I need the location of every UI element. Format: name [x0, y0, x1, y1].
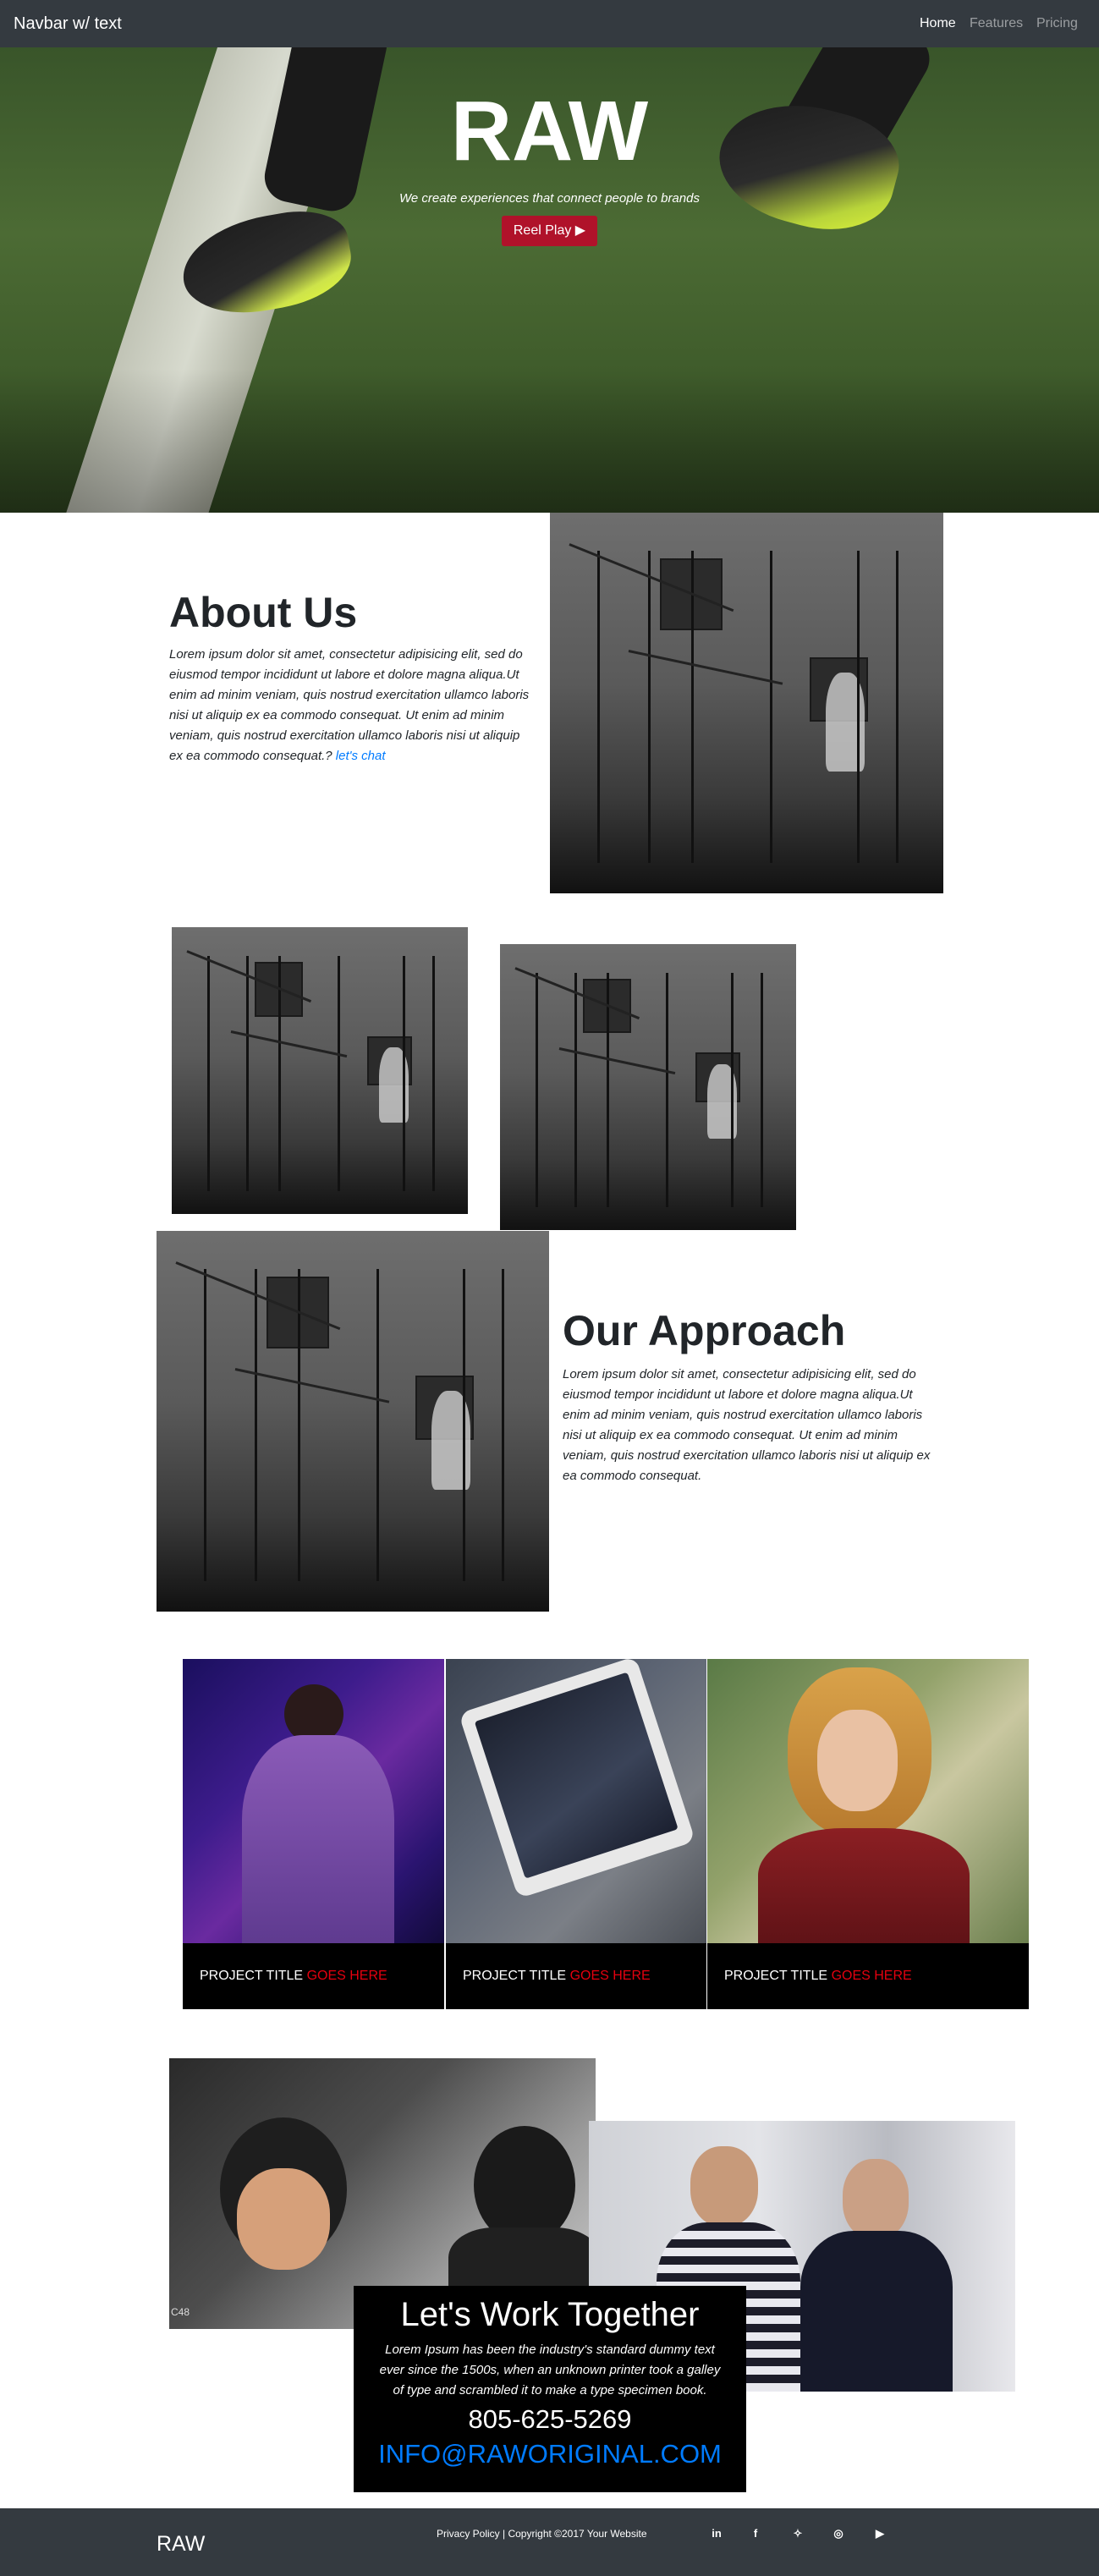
image-caption: C48	[171, 2306, 190, 2318]
light-stand-graphic	[245, 955, 249, 1191]
light-stand-graphic	[403, 955, 405, 1191]
project-image-2[interactable]	[446, 1659, 706, 1943]
work-phone[interactable]: 805-625-5269	[354, 2403, 746, 2436]
studio-image-about	[550, 513, 943, 893]
light-stand-graphic	[761, 972, 763, 1207]
project-title-1: PROJECT TITLE	[200, 1969, 304, 1983]
project-image-3[interactable]	[707, 1659, 1029, 1943]
youtube-icon[interactable]: ▶	[871, 2524, 889, 2543]
light-stand-graphic	[536, 972, 538, 1207]
approach-title: Our Approach	[563, 1307, 846, 1354]
project-highlight-2: GOES HERE	[569, 1969, 651, 1983]
project-highlight-1: GOES HERE	[306, 1969, 387, 1983]
light-stand-graphic	[207, 955, 210, 1191]
hero-title: RAW	[450, 84, 649, 179]
nav-link-features[interactable]: Features	[970, 15, 1023, 32]
boom-arm-graphic	[628, 650, 783, 685]
tablet-graphic	[458, 1659, 696, 1899]
light-stand-graphic	[255, 1269, 257, 1581]
linkedin-icon[interactable]: in	[707, 2524, 726, 2543]
work-email-link[interactable]: INFO@RAWORIGINAL.COM	[354, 2436, 746, 2472]
light-stand-graphic	[607, 972, 609, 1207]
light-stand-graphic	[856, 551, 860, 863]
light-stand-graphic	[278, 955, 281, 1191]
light-stand-graphic	[203, 1269, 206, 1581]
project-caption-2: PROJECT TITLE GOES HERE	[446, 1943, 706, 2009]
navbar-brand[interactable]: Navbar w/ text	[14, 14, 122, 34]
face-graphic	[817, 1710, 898, 1811]
studio-image-gallery-1	[172, 927, 468, 1214]
jacket-graphic	[758, 1828, 970, 1943]
project-title-2: PROJECT TITLE	[463, 1969, 567, 1983]
project-highlight-3: GOES HERE	[831, 1969, 912, 1983]
light-stand-graphic	[896, 551, 899, 863]
light-stand-graphic	[731, 972, 734, 1207]
nav-link-pricing[interactable]: Pricing	[1036, 15, 1078, 32]
light-stand-graphic	[462, 1269, 465, 1581]
light-stand-graphic	[691, 551, 695, 863]
person-body-graphic	[242, 1735, 394, 1943]
man-head-graphic-2	[843, 2159, 909, 2239]
light-stand-graphic	[432, 955, 435, 1191]
light-stand-graphic	[298, 1269, 301, 1581]
light-stand-graphic	[666, 972, 668, 1207]
light-stand-graphic	[502, 1269, 505, 1581]
work-text: Lorem Ipsum has been the industry's stan…	[379, 2343, 721, 2397]
light-stand-graphic	[574, 972, 577, 1207]
face-graphic-1	[237, 2168, 330, 2270]
work-title: Let's Work Together	[400, 2296, 700, 2333]
helmet-graphic-2	[474, 2126, 575, 2244]
reel-play-button[interactable]: Reel Play ▶	[502, 216, 597, 246]
about-text: Lorem ipsum dolor sit amet, consectetur …	[169, 645, 533, 766]
footer-copyright[interactable]: Privacy Policy | Copyright ©2017 Your We…	[437, 2528, 647, 2540]
twitter-icon[interactable]: ✧	[789, 2524, 807, 2543]
project-image-1[interactable]	[183, 1659, 444, 1943]
footer-brand[interactable]: RAW	[157, 2532, 205, 2557]
man-head-graphic-1	[690, 2146, 758, 2227]
boom-arm-graphic	[234, 1368, 389, 1403]
light-stand-graphic	[596, 551, 600, 863]
facebook-icon[interactable]: f	[746, 2524, 765, 2543]
about-paragraph: Lorem ipsum dolor sit amet, consectetur …	[169, 647, 530, 763]
lets-chat-link[interactable]: let's chat	[336, 749, 386, 763]
man-body-graphic-2	[800, 2231, 953, 2392]
light-stand-graphic	[376, 1269, 379, 1581]
hero-subtitle: We create experiences that connect peopl…	[399, 191, 700, 206]
instagram-icon[interactable]: ◎	[829, 2524, 848, 2543]
approach-text: Lorem ipsum dolor sit amet, consectetur …	[563, 1367, 931, 1483]
hero-shadow	[0, 369, 1099, 513]
studio-image-gallery-2	[500, 944, 796, 1230]
nav-link-home[interactable]: Home	[920, 15, 956, 32]
project-caption-1: PROJECT TITLE GOES HERE	[183, 1943, 444, 2009]
project-caption-3: PROJECT TITLE GOES HERE	[707, 1943, 1029, 2009]
work-together-box: Let's Work Together Lorem Ipsum has been…	[354, 2286, 746, 2492]
studio-image-approach	[157, 1231, 549, 1612]
light-stand-graphic	[770, 551, 773, 863]
light-stand-graphic	[648, 551, 651, 863]
light-stand-graphic	[338, 955, 340, 1191]
about-title: About Us	[169, 589, 358, 636]
project-title-3: PROJECT TITLE	[724, 1969, 828, 1983]
